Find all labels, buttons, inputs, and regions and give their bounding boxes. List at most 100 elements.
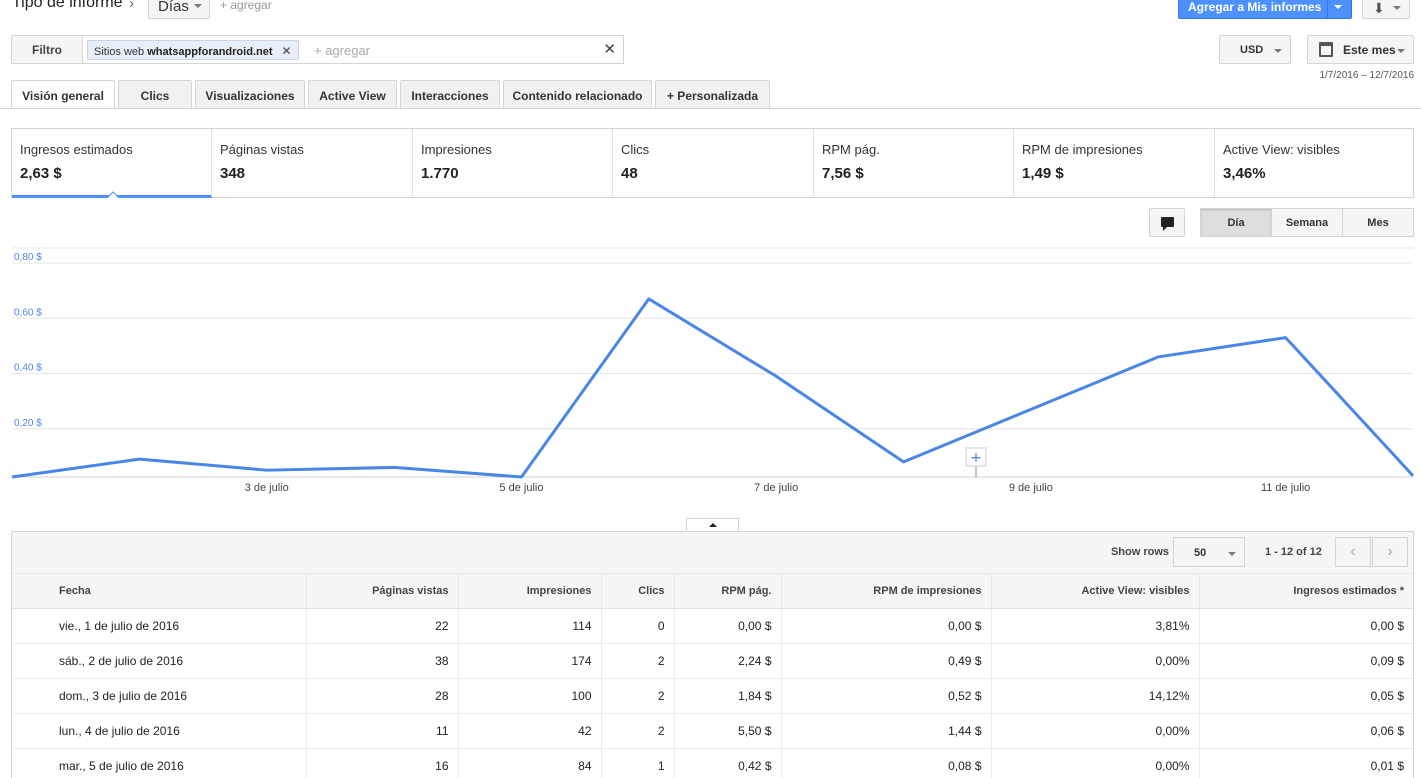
filter-box[interactable]: Sitios web whatsappforandroid.net ✕ + ag… bbox=[82, 35, 624, 64]
table-row: vie., 1 de julio de 2016 22 114 0 0,00 $… bbox=[12, 608, 1413, 644]
metric-value: 7,56 $ bbox=[822, 165, 864, 182]
x-tick-label: 7 de julio bbox=[754, 482, 798, 494]
tabs-divider bbox=[0, 108, 1421, 109]
metric-value: 1,49 $ bbox=[1022, 165, 1064, 182]
date-range-dropdown[interactable]: Este mes bbox=[1307, 35, 1414, 64]
cell-active-view: 14,12% bbox=[991, 678, 1200, 714]
filter-chip-value: whatsappforandroid.net bbox=[147, 46, 273, 58]
column-header-rpm-impresiones[interactable]: RPM de impresiones bbox=[781, 573, 992, 609]
tab-visualizaciones[interactable]: Visualizaciones bbox=[195, 80, 305, 109]
metric-card-impresiones[interactable]: Impresiones 1.770 bbox=[413, 129, 613, 197]
caret-down-icon bbox=[1228, 552, 1236, 556]
column-header-impresiones[interactable]: Impresiones bbox=[458, 573, 602, 609]
column-header-ingresos[interactable]: Ingresos estimados * bbox=[1199, 573, 1413, 609]
metric-value: 348 bbox=[220, 165, 246, 182]
tab-personalizada[interactable]: + Personalizada bbox=[655, 80, 770, 109]
collapse-chart-toggle[interactable] bbox=[686, 518, 739, 532]
period-week-button[interactable]: Semana bbox=[1271, 208, 1343, 237]
metric-value: 1.770 bbox=[421, 165, 459, 182]
period-month-button[interactable]: Mes bbox=[1342, 208, 1414, 237]
y-tick-label: 0,80 $ bbox=[14, 252, 42, 263]
filter-button[interactable]: Filtro bbox=[11, 35, 83, 64]
cell-active-view: 3,81% bbox=[991, 608, 1200, 644]
annotation-button[interactable] bbox=[1149, 208, 1185, 237]
selected-pointer-icon bbox=[107, 191, 119, 198]
granularity-dropdown[interactable]: Días bbox=[148, 0, 210, 19]
tab-contenido-relacionado[interactable]: Contenido relacionado bbox=[503, 80, 652, 109]
tab-active-view[interactable]: Active View bbox=[308, 80, 397, 109]
cell-ingresos: 0,06 $ bbox=[1199, 713, 1413, 749]
column-header-rpm-pag[interactable]: RPM pág. bbox=[674, 573, 782, 609]
x-tick-label: 9 de julio bbox=[1009, 482, 1053, 494]
data-table: Fecha Páginas vistas Impresiones Clics R… bbox=[12, 573, 1413, 778]
y-tick-label: 0,40 $ bbox=[14, 363, 42, 374]
top-bar: Tipo de informe › Días + agregar Agregar… bbox=[0, 0, 1421, 22]
date-range-value: Este mes bbox=[1343, 43, 1396, 57]
metric-label: RPM pág. bbox=[822, 142, 880, 157]
column-header-clics[interactable]: Clics bbox=[601, 573, 675, 609]
caret-down-icon bbox=[194, 4, 202, 8]
metric-card-ingresos[interactable]: Ingresos estimados 2,63 $ bbox=[12, 129, 212, 198]
cell-clics: 2 bbox=[601, 713, 675, 749]
rows-per-page-dropdown[interactable]: 50 bbox=[1173, 537, 1245, 567]
tab-clics[interactable]: Clics bbox=[118, 80, 192, 109]
metric-label: Clics bbox=[621, 142, 650, 157]
add-to-my-reports-label: Agregar a Mis informes bbox=[1188, 0, 1322, 14]
next-page-button[interactable]: › bbox=[1372, 537, 1408, 567]
cell-ingresos: 0,01 $ bbox=[1199, 748, 1413, 778]
column-header-fecha[interactable]: Fecha bbox=[12, 573, 307, 609]
table-row: lun., 4 de julio de 2016 11 42 2 5,50 $ … bbox=[12, 713, 1413, 749]
previous-page-button[interactable]: ‹ bbox=[1335, 537, 1371, 567]
caret-down-icon[interactable] bbox=[1334, 5, 1342, 9]
cell-rpm-impresiones: 1,44 $ bbox=[781, 713, 992, 749]
split-divider bbox=[1327, 0, 1328, 19]
metric-card-clics[interactable]: Clics 48 bbox=[613, 129, 814, 197]
remove-chip-icon[interactable]: ✕ bbox=[282, 44, 292, 58]
metric-label: RPM de impresiones bbox=[1022, 142, 1143, 157]
x-tick-label: 11 de julio bbox=[1261, 482, 1310, 494]
filter-chip[interactable]: Sitios web whatsappforandroid.net ✕ bbox=[87, 40, 299, 60]
metric-cards: Ingresos estimados 2,63 $ Páginas vistas… bbox=[11, 128, 1414, 198]
column-header-active-view[interactable]: Active View: visibles bbox=[991, 573, 1200, 609]
metric-value: 2,63 $ bbox=[20, 165, 62, 182]
add-dimension-link[interactable]: + agregar bbox=[220, 0, 272, 12]
calendar-icon bbox=[1319, 42, 1333, 57]
cell-paginas-vistas: 11 bbox=[306, 713, 459, 749]
cell-impresiones: 174 bbox=[458, 643, 602, 679]
download-button[interactable]: ⬇ bbox=[1362, 0, 1410, 19]
earnings-line-chart: 0,20 $ 0,40 $ 0,60 $ 0,80 $ 3 de julio 5 de j… bbox=[11, 247, 1415, 494]
cell-clics: 2 bbox=[601, 643, 675, 679]
table-row: sáb., 2 de julio de 2016 38 174 2 2,24 $… bbox=[12, 643, 1413, 679]
granularity-value: Días bbox=[158, 0, 189, 15]
metric-label: Impresiones bbox=[421, 142, 492, 157]
add-to-my-reports-button[interactable]: Agregar a Mis informes bbox=[1178, 0, 1352, 19]
tab-interacciones[interactable]: Interacciones bbox=[400, 80, 500, 109]
tab-vision-general[interactable]: Visión general bbox=[11, 80, 115, 109]
cell-impresiones: 42 bbox=[458, 713, 602, 749]
table-row: mar., 5 de julio de 2016 16 84 1 0,42 $ … bbox=[12, 748, 1413, 778]
filter-add-input[interactable]: + agregar bbox=[314, 43, 370, 58]
cell-rpm-pag: 0,42 $ bbox=[674, 748, 782, 778]
metric-card-rpm-pag[interactable]: RPM pág. 7,56 $ bbox=[814, 129, 1014, 197]
column-header-paginas-vistas[interactable]: Páginas vistas bbox=[306, 573, 459, 609]
cell-rpm-pag: 0,00 $ bbox=[674, 608, 782, 644]
series-line bbox=[11, 297, 1415, 479]
cell-impresiones: 114 bbox=[458, 608, 602, 644]
cell-fecha: sáb., 2 de julio de 2016 bbox=[12, 643, 307, 679]
cell-fecha: mar., 5 de julio de 2016 bbox=[12, 748, 307, 778]
clear-filter-icon[interactable]: ✕ bbox=[603, 40, 616, 58]
metric-card-active-view[interactable]: Active View: visibles 3,46% bbox=[1215, 129, 1413, 197]
cell-rpm-pag: 1,84 $ bbox=[674, 678, 782, 714]
currency-dropdown[interactable]: USD bbox=[1219, 35, 1291, 64]
chevron-right-icon: › bbox=[129, 0, 134, 12]
table-header-row: Fecha Páginas vistas Impresiones Clics R… bbox=[12, 573, 1413, 609]
metric-label: Active View: visibles bbox=[1223, 142, 1340, 157]
period-day-button[interactable]: Día bbox=[1200, 208, 1272, 237]
cell-impresiones: 100 bbox=[458, 678, 602, 714]
metric-value: 48 bbox=[621, 165, 638, 182]
cell-rpm-pag: 5,50 $ bbox=[674, 713, 782, 749]
metric-card-paginas-vistas[interactable]: Páginas vistas 348 bbox=[212, 129, 413, 197]
currency-value: USD bbox=[1240, 44, 1264, 56]
metric-card-rpm-impresiones[interactable]: RPM de impresiones 1,49 $ bbox=[1014, 129, 1215, 197]
caret-down-icon bbox=[1274, 49, 1282, 53]
